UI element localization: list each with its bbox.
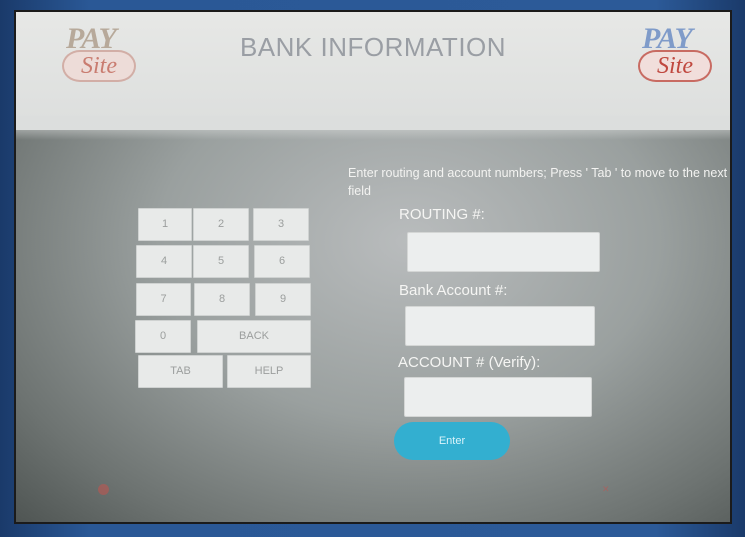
keypad-help-button[interactable]: HELP — [227, 355, 311, 388]
keypad-key-4[interactable]: 4 — [136, 245, 192, 278]
keypad-back-button[interactable]: BACK — [197, 320, 311, 353]
header-bar: PAY Site BANK INFORMATION PAY Site — [16, 12, 730, 130]
logo-site-text: Site — [657, 53, 693, 79]
page-title: BANK INFORMATION — [239, 32, 507, 62]
language-icon — [98, 484, 109, 496]
header-divider-fade — [16, 116, 730, 140]
keypad-key-0[interactable]: 0 — [135, 320, 191, 353]
bank-account-label: Bank Account #: — [399, 282, 508, 299]
account-verify-label: ACCOUNT # (Verify): — [398, 354, 541, 371]
keypad-key-1[interactable]: 1 — [138, 208, 192, 241]
keypad-key-2[interactable]: 2 — [193, 208, 249, 241]
language-button[interactable] — [98, 484, 113, 496]
enter-button[interactable]: Enter — [394, 422, 510, 460]
bank-account-input[interactable] — [405, 306, 595, 346]
keypad-key-7[interactable]: 7 — [136, 283, 191, 316]
kiosk-screen: PAY Site BANK INFORMATION PAY Site Enter… — [14, 10, 732, 524]
instructions-text: Enter routing and account numbers; Press… — [348, 166, 728, 198]
keypad-key-9[interactable]: 9 — [255, 283, 311, 316]
paysite-logo-right: PAY Site — [636, 22, 722, 84]
keypad-tab-button[interactable]: TAB — [138, 355, 223, 388]
account-verify-input[interactable] — [404, 377, 592, 417]
keypad-key-8[interactable]: 8 — [194, 283, 250, 316]
routing-label: ROUTING #: — [399, 206, 485, 223]
cancel-button[interactable]: ✕ — [602, 484, 610, 495]
keypad-key-5[interactable]: 5 — [193, 245, 249, 278]
keypad-key-3[interactable]: 3 — [253, 208, 309, 241]
routing-input[interactable] — [407, 232, 600, 272]
close-icon: ✕ — [602, 484, 610, 494]
kiosk-frame: PAY Site BANK INFORMATION PAY Site Enter… — [0, 0, 745, 537]
logo-site-pill: Site — [638, 50, 712, 82]
keypad-key-6[interactable]: 6 — [254, 245, 310, 278]
